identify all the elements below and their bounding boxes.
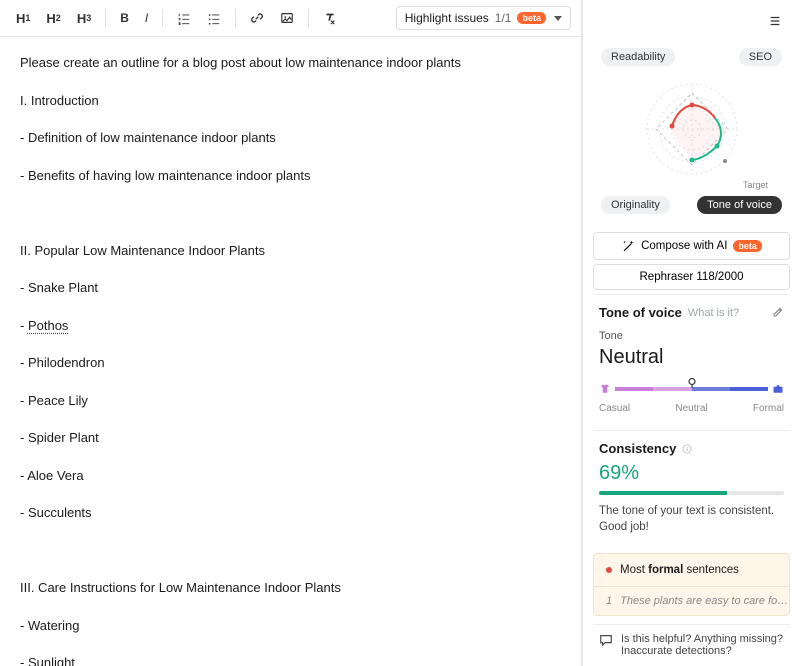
tone-label: Tone (599, 330, 784, 342)
tick-neutral: Neutral (675, 403, 707, 414)
image-button[interactable] (274, 7, 300, 29)
consistency-section: Consistency 69% The tone of your text is… (593, 430, 790, 543)
document-line[interactable]: - Philodendron (20, 353, 561, 373)
dot-icon (606, 567, 612, 573)
document-line[interactable] (20, 541, 561, 561)
numbered-list-button[interactable] (171, 7, 197, 29)
item-text: These plants are easy to care fo… (620, 595, 788, 607)
accordion-title: Most formal sentences (620, 564, 739, 576)
rephraser-label: Rephraser 118/2000 (640, 271, 744, 283)
tone-hint-link[interactable]: What is it? (688, 307, 739, 319)
pill-originality[interactable]: Originality (601, 196, 670, 214)
sidebar-menu-button[interactable] (762, 10, 788, 32)
document-line[interactable]: - Definition of low maintenance indoor p… (20, 128, 561, 148)
feedback-text: Is this helpful? Anything missing? Inacc… (621, 633, 784, 657)
clear-formatting-button[interactable] (317, 7, 343, 29)
document-line[interactable]: - Aloe Vera (20, 466, 561, 486)
document-line[interactable]: - Sunlight (20, 653, 561, 666)
clear-format-icon (323, 11, 337, 25)
accordion-header[interactable]: Most formal sentences (594, 554, 789, 587)
tone-scale: Casual Neutral Formal (599, 383, 784, 414)
tone-value: Neutral (599, 346, 784, 369)
analysis-sidebar: Readability SEO (582, 0, 800, 666)
beta-badge: beta (733, 240, 762, 252)
document-line[interactable] (20, 203, 561, 223)
document-line[interactable]: - Succulents (20, 503, 561, 523)
marker-icon (686, 377, 698, 389)
numbered-list-icon (177, 11, 191, 25)
tick-casual: Casual (599, 403, 630, 414)
separator (162, 9, 163, 27)
h2-button[interactable]: H2 (40, 7, 66, 30)
briefcase-icon (772, 383, 784, 395)
accordion-item[interactable]: 1 These plants are easy to care fo… (594, 587, 789, 615)
tick-formal: Formal (753, 403, 784, 414)
edit-icon[interactable] (771, 306, 784, 319)
document-line[interactable]: - Benefits of having low maintenance ind… (20, 166, 561, 186)
consistency-title: Consistency (599, 441, 676, 456)
editor-toolbar: H1 H2 H3 B I Highlight issues 1/1 beta (0, 0, 581, 37)
sidebar-header (583, 0, 800, 38)
tone-title: Tone of voice (599, 305, 682, 320)
consistency-message: The tone of your text is consistent. Goo… (599, 503, 784, 535)
image-icon (280, 11, 294, 25)
beta-badge: beta (517, 12, 546, 24)
separator (235, 9, 236, 27)
link-icon (250, 11, 264, 25)
chat-icon (599, 633, 613, 647)
consistency-bar-fill (599, 491, 727, 495)
highlight-issues-count: 1/1 (495, 11, 512, 25)
document-line[interactable]: I. Introduction (20, 91, 561, 111)
highlight-issues-dropdown[interactable]: Highlight issues 1/1 beta (396, 6, 571, 30)
h1-button[interactable]: H1 (10, 7, 36, 30)
menu-icon (768, 14, 782, 28)
document-line[interactable]: - Spider Plant (20, 428, 561, 448)
shirt-icon (599, 383, 611, 395)
document-line[interactable]: - Watering (20, 616, 561, 636)
h3-button[interactable]: H3 (71, 7, 97, 30)
document-line[interactable]: III. Care Instructions for Low Maintenan… (20, 578, 561, 598)
compose-ai-button[interactable]: Compose with AI beta (593, 232, 790, 260)
feedback-prompt[interactable]: Is this helpful? Anything missing? Inacc… (593, 624, 790, 665)
compose-ai-label: Compose with AI (641, 240, 727, 252)
bold-button[interactable]: B (114, 7, 135, 29)
formal-sentences-accordion[interactable]: Most formal sentences 1 These plants are… (593, 553, 790, 616)
separator (105, 9, 106, 27)
link-button[interactable] (244, 7, 270, 29)
editor-pane: H1 H2 H3 B I Highlight issues 1/1 beta (0, 0, 582, 666)
metrics-radar-card: Readability SEO (593, 38, 790, 224)
separator (308, 9, 309, 27)
bulleted-list-button[interactable] (201, 7, 227, 29)
info-icon[interactable] (682, 444, 692, 454)
chevron-down-icon (554, 16, 562, 21)
bulleted-list-icon (207, 11, 221, 25)
document-line[interactable]: - Snake Plant (20, 278, 561, 298)
pill-tone[interactable]: Tone of voice (697, 196, 782, 214)
tone-section: Tone of voice What is it? Tone Neutral (593, 294, 790, 422)
item-number: 1 (606, 595, 612, 607)
pill-readability[interactable]: Readability (601, 48, 675, 66)
editor-body[interactable]: Please create an outline for a blog post… (0, 37, 581, 666)
italic-button[interactable]: I (139, 7, 154, 29)
document-line[interactable]: - Peace Lily (20, 391, 561, 411)
highlight-issues-label: Highlight issues (405, 11, 489, 25)
document-line[interactable]: - Pothos (20, 316, 561, 336)
consistency-bar (599, 491, 784, 495)
consistency-percent: 69% (599, 462, 784, 485)
document-line[interactable]: II. Popular Low Maintenance Indoor Plant… (20, 241, 561, 261)
magic-wand-icon (621, 239, 635, 253)
pill-seo[interactable]: SEO (739, 48, 782, 66)
radar-chart (601, 74, 782, 184)
document-line[interactable]: Please create an outline for a blog post… (20, 53, 561, 73)
rephraser-button[interactable]: Rephraser 118/2000 (593, 264, 790, 290)
tone-marker (686, 377, 698, 389)
